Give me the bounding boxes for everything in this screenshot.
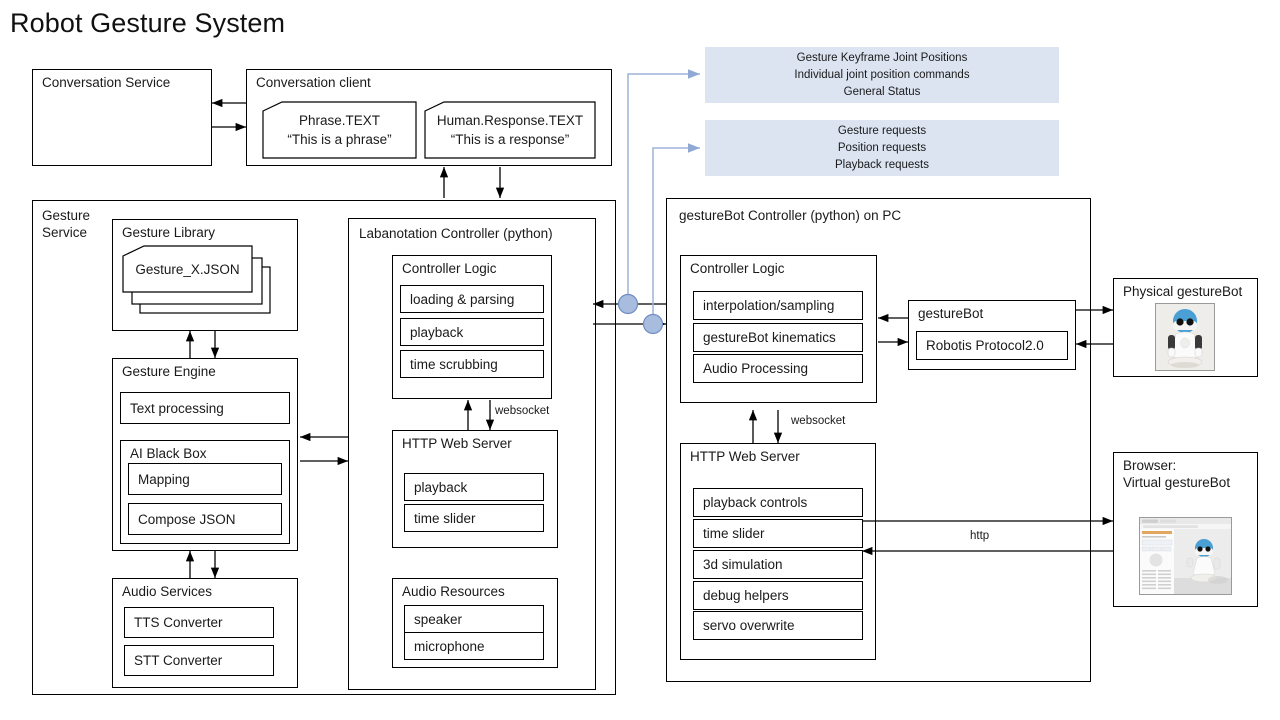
http-edge-label: http (968, 530, 992, 542)
laban-cl-item-time-scrubbing[interactable]: time scrubbing (400, 350, 544, 378)
gb-http-item-playback-controls[interactable]: playback controls (693, 488, 863, 517)
audio-res-item-microphone[interactable]: microphone (404, 632, 544, 660)
gesturebot-label: gestureBot (918, 306, 984, 321)
audio-item-stt[interactable]: STT Converter (124, 645, 274, 676)
note-shape (262, 101, 417, 159)
blue-panel-1-line-2: Individual joint position commands (794, 68, 970, 81)
gb-websocket-label: websocket (789, 415, 848, 427)
labanotation-controller-label: Labanotation Controller (python) (359, 226, 553, 241)
gb-cl-item-audio-processing[interactable]: Audio Processing (693, 354, 863, 383)
robotis-protocol-item[interactable]: Robotis Protocol2.0 (916, 331, 1068, 360)
conversation-service-box: Conversation Service (32, 69, 212, 166)
gb-http-item-servo-overwrite[interactable]: servo overwrite (693, 611, 863, 640)
physical-gesturebot-label: Physical gestureBot (1123, 284, 1243, 299)
blue-panel-2-line-2: Position requests (837, 141, 927, 154)
conversation-client-label: Conversation client (256, 75, 371, 90)
gesture-service-label: Gesture Service (42, 208, 91, 240)
browser-label-line2: Virtual gestureBot (1123, 475, 1231, 490)
gb-http-item-time-slider[interactable]: time slider (693, 519, 863, 548)
audio-services-label: Audio Services (122, 584, 213, 599)
laban-cl-item-loading-parsing[interactable]: loading & parsing (400, 285, 544, 313)
laban-http-item-playback[interactable]: playback (404, 473, 544, 501)
blue-panel-2-line-1: Gesture requests (837, 124, 927, 137)
gb-http-label: HTTP Web Server (690, 449, 800, 464)
gb-cl-item-interpolation[interactable]: interpolation/sampling (693, 291, 863, 320)
note-shape (424, 101, 596, 159)
browser-screenshot-thumb (1139, 517, 1232, 595)
gesture-json-stack: Gesture_X.JSON (122, 245, 290, 323)
blue-panel-keyframe-positions: Gesture Keyframe Joint Positions Individ… (705, 47, 1059, 103)
blue-panel-2-line-3: Playback requests (835, 158, 929, 171)
human-response-text-note: Human.Response.TEXT “This is a response” (424, 101, 596, 159)
ai-item-mapping[interactable]: Mapping (128, 463, 282, 495)
conversation-service-label: Conversation Service (42, 75, 171, 90)
audio-res-item-speaker[interactable]: speaker (404, 605, 544, 633)
audio-item-tts[interactable]: TTS Converter (124, 607, 274, 638)
ai-item-compose-json[interactable]: Compose JSON (128, 503, 282, 535)
gb-http-item-debug-helpers[interactable]: debug helpers (693, 581, 863, 610)
gesture-json-filename: Gesture_X.JSON (135, 261, 240, 277)
gb-http-item-3d-simulation[interactable]: 3d simulation (693, 550, 863, 579)
gb-cl-item-kinematics[interactable]: gestureBot kinematics (693, 323, 863, 352)
audio-resources-label: Audio Resources (402, 584, 505, 599)
laban-controller-logic-label: Controller Logic (402, 261, 497, 276)
laban-http-item-time-slider[interactable]: time slider (404, 504, 544, 532)
physical-gesturebot-photo (1155, 303, 1215, 371)
laban-cl-item-playback[interactable]: playback (400, 318, 544, 346)
phrase-text-note: Phrase.TEXT “This is a phrase” (262, 101, 417, 159)
blue-panel-requests: Gesture requests Position requests Playb… (705, 120, 1059, 176)
page-title: Robot Gesture System (10, 8, 286, 38)
ai-black-box-label: AI Black Box (130, 446, 207, 461)
blue-panel-1-line-3: General Status (843, 85, 921, 98)
gesturebot-controller-label: gestureBot Controller (python) on PC (679, 208, 902, 223)
blue-panel-1-line-1: Gesture Keyframe Joint Positions (796, 51, 968, 64)
laban-websocket-label: websocket (493, 405, 552, 417)
gesture-library-label: Gesture Library (122, 225, 216, 240)
browser-label-line1: Browser: (1123, 458, 1177, 473)
gesture-engine-label: Gesture Engine (122, 364, 216, 379)
text-processing-item[interactable]: Text processing (120, 392, 290, 424)
laban-http-label: HTTP Web Server (402, 436, 512, 451)
gb-controller-logic-label: Controller Logic (690, 261, 785, 276)
